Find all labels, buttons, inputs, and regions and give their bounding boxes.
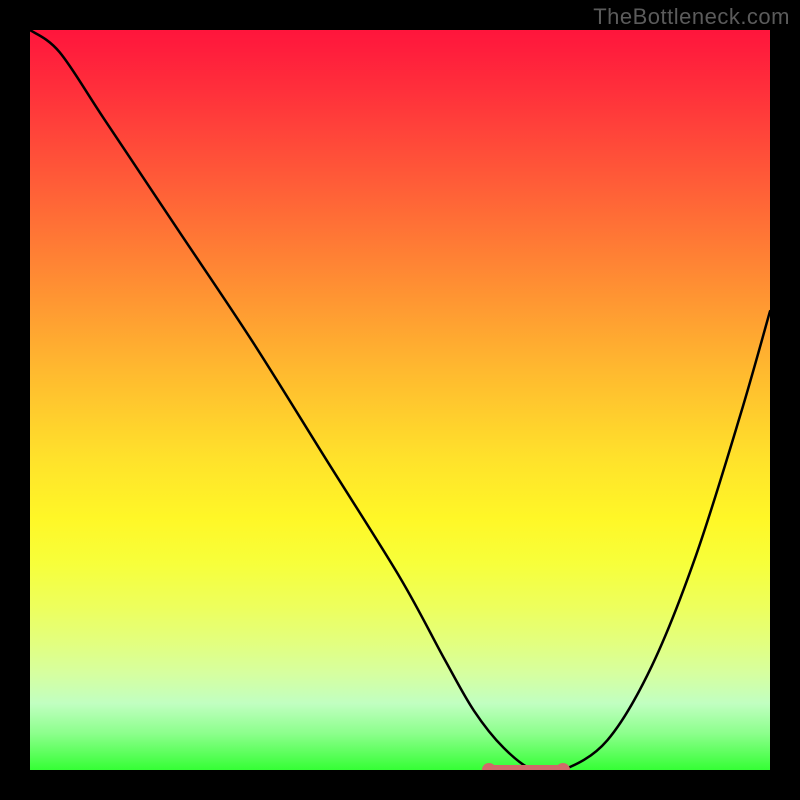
plot-area — [30, 30, 770, 770]
highlight-segment-right-dot — [556, 763, 570, 770]
bottleneck-curve — [30, 30, 770, 770]
chart-frame: TheBottleneck.com — [0, 0, 800, 800]
watermark-text: TheBottleneck.com — [593, 4, 790, 30]
highlight-segment-bar — [489, 765, 563, 770]
